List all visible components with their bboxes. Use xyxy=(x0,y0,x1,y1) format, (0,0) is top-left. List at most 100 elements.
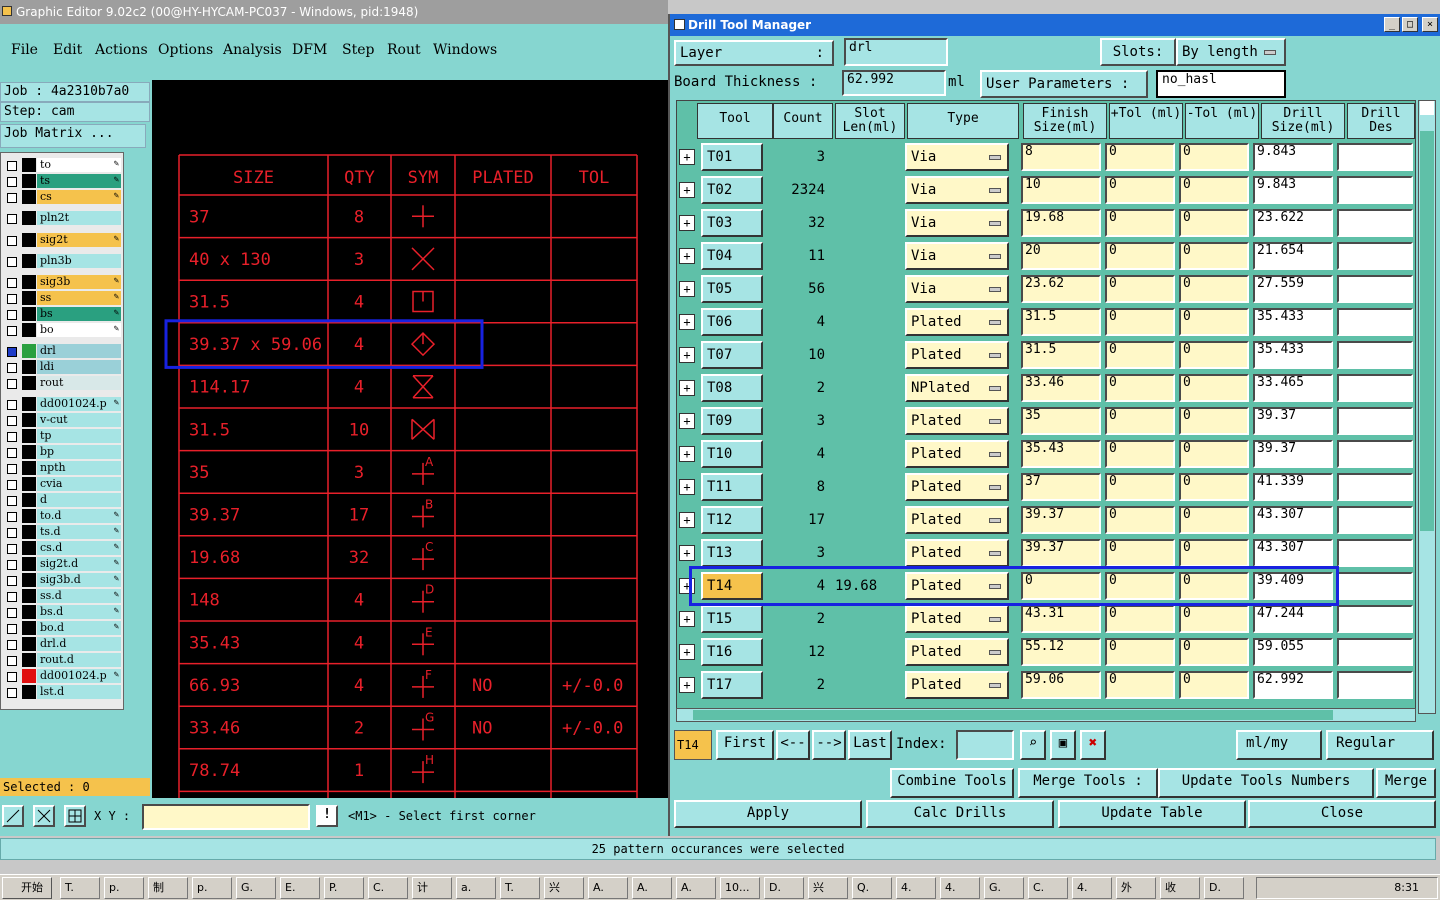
minimize-button[interactable]: _ xyxy=(1384,17,1400,32)
expand-icon[interactable]: + xyxy=(679,215,695,231)
menu-dfm[interactable]: DFM xyxy=(292,42,327,58)
tool-button[interactable]: T10 xyxy=(701,440,763,468)
minus-tol-input[interactable]: 0 xyxy=(1179,209,1249,237)
scroll-up-icon[interactable] xyxy=(1420,101,1434,115)
drill-size-input[interactable]: 47.244 xyxy=(1253,605,1333,633)
minus-tol-input[interactable]: 0 xyxy=(1179,143,1249,171)
tool-row[interactable]: + T10 4 Plated 35.43 0 0 39.37 xyxy=(677,438,1413,471)
drill-des-input[interactable] xyxy=(1337,143,1413,171)
layer-checkbox[interactable] xyxy=(7,624,17,634)
plus-tol-input[interactable]: 0 xyxy=(1105,275,1175,303)
type-dropdown[interactable]: Plated xyxy=(905,440,1009,468)
layer-checkbox[interactable] xyxy=(7,379,17,389)
minus-tol-input[interactable]: 0 xyxy=(1179,638,1249,666)
type-dropdown[interactable]: Via xyxy=(905,143,1009,171)
layer-checkbox[interactable] xyxy=(7,416,17,426)
layer-row[interactable]: bo.d ✎ xyxy=(3,621,121,636)
drill-des-input[interactable] xyxy=(1337,506,1413,534)
drill-size-input[interactable]: 62.992 xyxy=(1253,671,1333,699)
layer-row[interactable]: drl.d xyxy=(3,637,121,652)
layer-row[interactable]: ss.d ✎ xyxy=(3,589,121,604)
drill-des-input[interactable] xyxy=(1337,473,1413,501)
filter-icon[interactable]: ▣ xyxy=(1050,730,1076,760)
tool-button[interactable]: T09 xyxy=(701,407,763,435)
layer-row[interactable]: rout.d xyxy=(3,653,121,668)
type-dropdown[interactable]: Via xyxy=(905,275,1009,303)
tool-button[interactable]: T13 xyxy=(701,539,763,567)
layer-row[interactable]: pln3b xyxy=(3,254,121,269)
tool-row[interactable]: + T06 4 Plated 31.5 0 0 35.433 xyxy=(677,306,1413,339)
taskbar-item[interactable]: D. xyxy=(1204,877,1244,899)
tool-button[interactable]: T02 xyxy=(701,176,763,204)
layer-checkbox[interactable] xyxy=(7,672,17,682)
drill-des-input[interactable] xyxy=(1337,341,1413,369)
units-dropdown[interactable]: ml/my xyxy=(1236,730,1322,760)
taskbar-item[interactable]: 4. xyxy=(1072,877,1112,899)
finish-size-input[interactable]: 33.46 xyxy=(1021,374,1101,402)
layer-row[interactable]: ss ✎ xyxy=(3,291,121,306)
taskbar-item[interactable]: E. xyxy=(280,877,320,899)
layer-checkbox[interactable] xyxy=(7,640,17,650)
taskbar-item[interactable]: 4. xyxy=(896,877,936,899)
layer-checkbox[interactable] xyxy=(7,363,17,373)
layer-checkbox[interactable] xyxy=(7,236,17,246)
layer-row[interactable]: dd001024.p ✎ xyxy=(3,397,121,412)
type-dropdown[interactable]: Plated xyxy=(905,539,1009,567)
job-matrix-button[interactable]: Job Matrix ... xyxy=(0,124,146,148)
plus-tol-input[interactable]: 0 xyxy=(1105,473,1175,501)
layer-checkbox[interactable] xyxy=(7,294,17,304)
layer-input[interactable]: drl xyxy=(844,38,948,66)
finish-size-input[interactable]: 59.06 xyxy=(1021,671,1101,699)
drill-size-input[interactable]: 33.465 xyxy=(1253,374,1333,402)
taskbar-item[interactable]: T. xyxy=(500,877,540,899)
column-header[interactable]: -Tol (ml) xyxy=(1185,103,1259,139)
tool-row[interactable]: + T03 32 Via 19.68 0 0 23.622 xyxy=(677,207,1413,240)
index-input[interactable] xyxy=(956,730,1014,760)
merge-tools-button[interactable]: Merge Tools : xyxy=(1018,768,1158,798)
drill-des-input[interactable] xyxy=(1337,308,1413,336)
layer-checkbox[interactable] xyxy=(7,592,17,602)
layer-checkbox[interactable] xyxy=(7,576,17,586)
layer-row[interactable]: ldi xyxy=(3,360,121,375)
type-dropdown[interactable]: Plated xyxy=(905,605,1009,633)
menu-actions[interactable]: Actions xyxy=(95,42,148,58)
finish-size-input[interactable]: 10 xyxy=(1021,176,1101,204)
layer-checkbox[interactable] xyxy=(7,161,17,171)
drill-des-input[interactable] xyxy=(1337,275,1413,303)
tool-button[interactable]: T08 xyxy=(701,374,763,402)
combine-tools-button[interactable]: Combine Tools xyxy=(890,768,1014,798)
minus-tol-input[interactable]: 0 xyxy=(1179,374,1249,402)
column-header[interactable]: Drill Des xyxy=(1347,103,1415,139)
taskbar-item[interactable]: G. xyxy=(236,877,276,899)
taskbar-item[interactable]: 兴 xyxy=(544,877,584,899)
prev-button[interactable]: <-- xyxy=(776,730,810,760)
finish-size-input[interactable]: 23.62 xyxy=(1021,275,1101,303)
tool-row[interactable]: + T07 10 Plated 31.5 0 0 35.433 xyxy=(677,339,1413,372)
apply-button[interactable]: Apply xyxy=(674,800,862,828)
layer-checkbox[interactable] xyxy=(7,257,17,267)
tool-row[interactable]: + T12 17 Plated 39.37 0 0 43.307 xyxy=(677,504,1413,537)
finish-size-input[interactable]: 39.37 xyxy=(1021,539,1101,567)
plus-tol-input[interactable]: 0 xyxy=(1105,308,1175,336)
plus-tol-input[interactable]: 0 xyxy=(1105,143,1175,171)
taskbar-item[interactable]: C. xyxy=(368,877,408,899)
tool-button[interactable]: T11 xyxy=(701,473,763,501)
layer-checkbox[interactable] xyxy=(7,193,17,203)
layer-row[interactable]: to.d ✎ xyxy=(3,509,121,524)
drill-size-input[interactable]: 41.339 xyxy=(1253,473,1333,501)
tool-button[interactable]: T05 xyxy=(701,275,763,303)
menu-windows[interactable]: Windows xyxy=(433,42,497,58)
drill-des-input[interactable] xyxy=(1337,539,1413,567)
layer-row[interactable]: npth xyxy=(3,461,121,476)
slots-dropdown[interactable]: By length xyxy=(1176,38,1286,66)
type-dropdown[interactable]: Plated xyxy=(905,407,1009,435)
taskbar-item[interactable]: 外 xyxy=(1116,877,1156,899)
expand-icon[interactable]: + xyxy=(679,677,695,693)
layer-row[interactable]: bo ✎ xyxy=(3,323,121,338)
column-header[interactable]: +Tol (ml) xyxy=(1109,103,1183,139)
vertical-scrollbar[interactable] xyxy=(1418,100,1436,714)
finish-size-input[interactable]: 20 xyxy=(1021,242,1101,270)
expand-icon[interactable]: + xyxy=(679,545,695,561)
tool-row[interactable]: + T15 2 Plated 43.31 0 0 47.244 xyxy=(677,603,1413,636)
update-tools-numbers-dropdown[interactable]: Update Tools Numbers xyxy=(1158,768,1374,798)
